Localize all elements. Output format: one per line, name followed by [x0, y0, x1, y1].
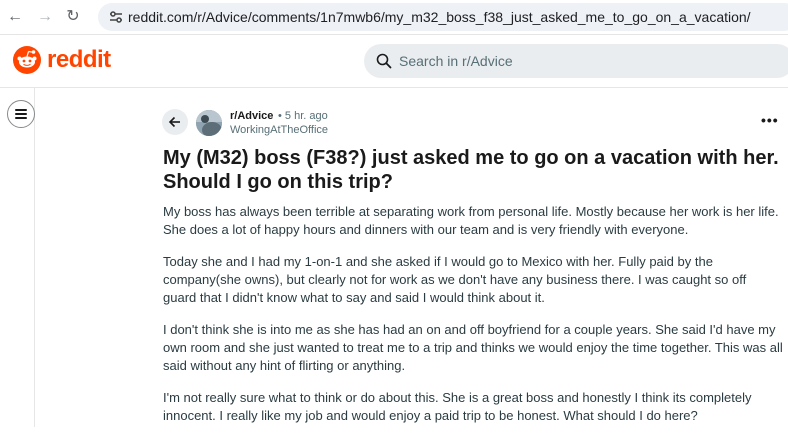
- search-placeholder: Search in r/Advice: [399, 53, 513, 69]
- back-arrow-icon[interactable]: ←: [6, 8, 24, 26]
- hamburger-icon: [15, 109, 27, 111]
- search-icon: [376, 53, 392, 69]
- arrow-left-icon: [168, 116, 180, 128]
- address-bar[interactable]: reddit.com/r/Advice/comments/1n7mwb6/my_…: [98, 3, 788, 31]
- browser-toolbar: ← → ↻ reddit.com/r/Advice/comments/1n7mw…: [0, 0, 788, 35]
- reload-icon[interactable]: ↻: [64, 8, 82, 26]
- author-link[interactable]: WorkingAtTheOffice: [230, 124, 328, 136]
- back-button[interactable]: [162, 109, 188, 135]
- left-rail-divider: [34, 88, 35, 427]
- post-title: My (M32) boss (F38?) just asked me to go…: [163, 147, 779, 193]
- more-options-icon[interactable]: •••: [761, 112, 779, 128]
- subreddit-avatar[interactable]: [196, 110, 222, 136]
- post-paragraph: I don't think she is into me as she has …: [163, 322, 783, 373]
- post-paragraph: I'm not really sure what to think or do …: [163, 390, 752, 423]
- subreddit-link[interactable]: r/Advice: [230, 110, 273, 122]
- search-input[interactable]: Search in r/Advice: [364, 44, 788, 78]
- url-text: reddit.com/r/Advice/comments/1n7mwb6/my_…: [128, 9, 751, 25]
- avatar-image-icon: [196, 110, 222, 136]
- post-paragraph: My boss has always been terrible at sepa…: [163, 204, 779, 237]
- reddit-snoo-icon: [13, 46, 41, 74]
- reddit-logo[interactable]: reddit: [13, 44, 111, 76]
- post-body: My boss has always been terrible at sepa…: [163, 203, 783, 439]
- forward-arrow-icon[interactable]: →: [36, 8, 54, 26]
- reddit-wordmark: reddit: [47, 46, 111, 73]
- reddit-header: reddit Search in r/Advice: [0, 35, 788, 88]
- site-settings-icon[interactable]: [108, 9, 124, 25]
- post-timestamp: • 5 hr. ago: [278, 110, 328, 122]
- post-paragraph: Today she and I had my 1-on-1 and she as…: [163, 254, 747, 305]
- menu-button[interactable]: [7, 100, 35, 128]
